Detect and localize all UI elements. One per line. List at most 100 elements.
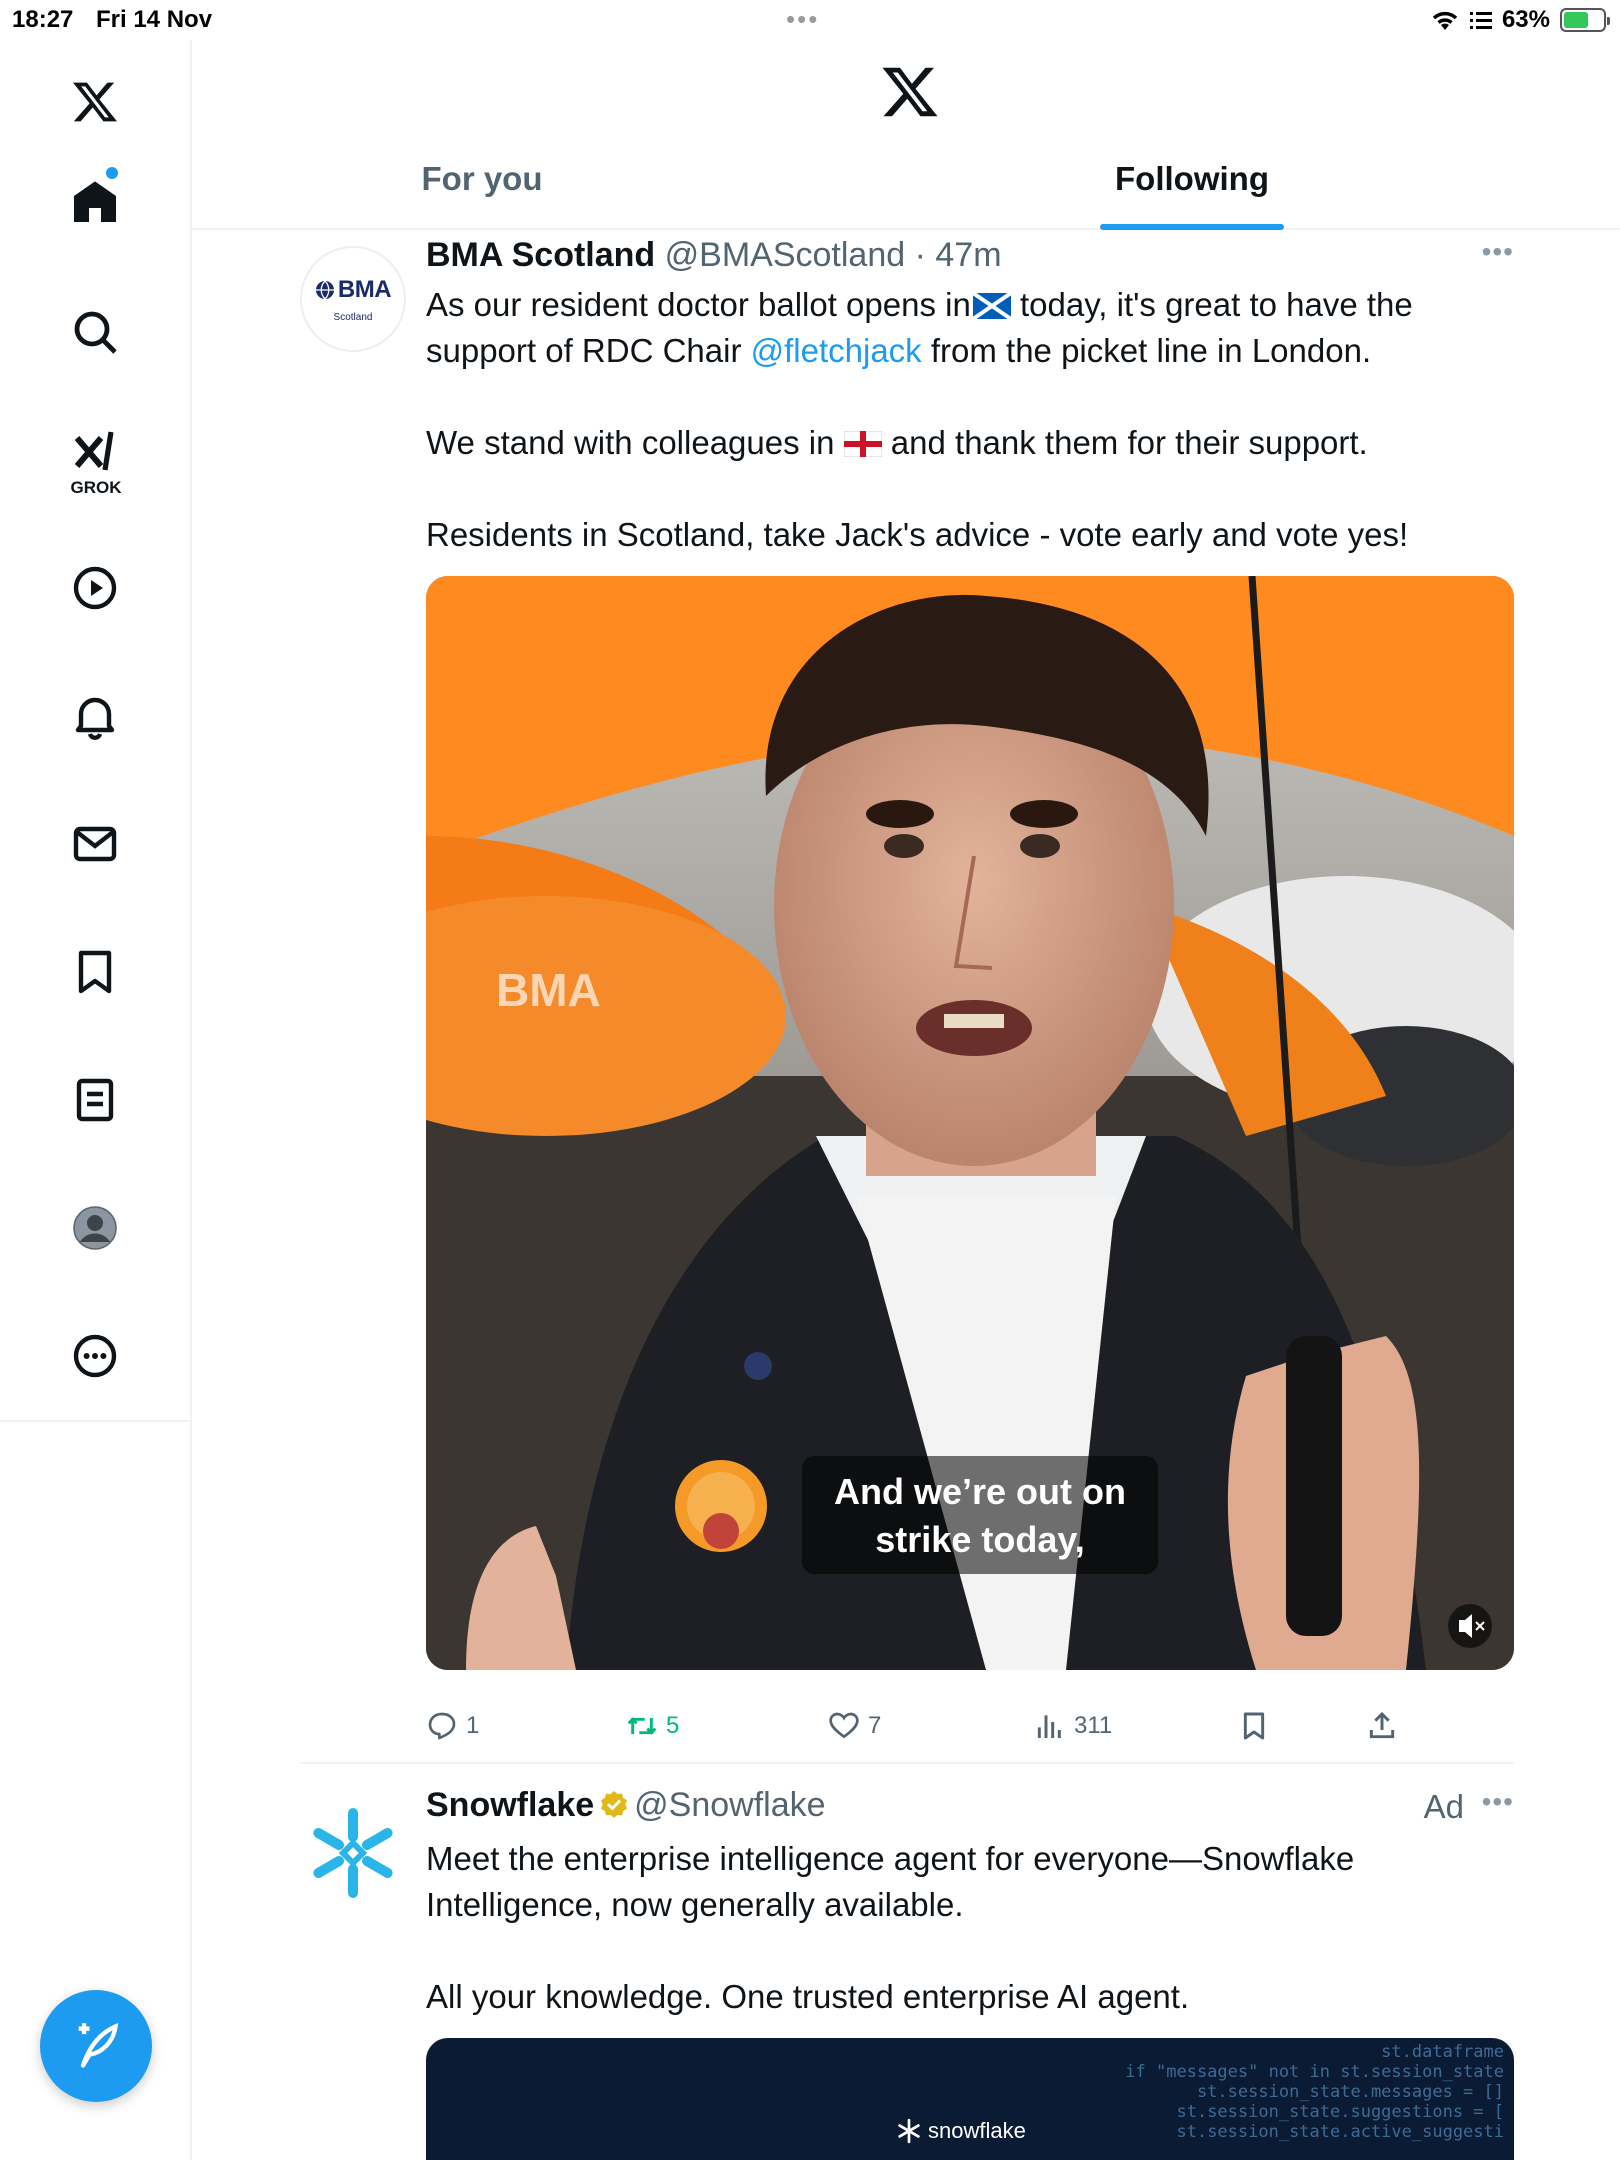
- battery-icon: [1560, 8, 1610, 32]
- video-caption-line2: strike today,: [875, 1519, 1084, 1560]
- england-flag-icon: [843, 430, 883, 458]
- ad-media[interactable]: st.dataframe if "messages" not in st.ses…: [426, 2038, 1514, 2160]
- post-text: As our resident doctor ballot opens in t…: [426, 282, 1516, 558]
- sidebar-nav: GROK: [0, 40, 192, 1422]
- post-divider: [300, 1762, 1514, 1764]
- messages-icon: [73, 826, 117, 862]
- notifications-icon: [75, 697, 115, 740]
- mute-icon[interactable]: [1448, 1604, 1492, 1648]
- post-text-line: All your knowledge. One trusted enterpri…: [426, 1978, 1190, 2015]
- snowflake-logo-icon: [313, 1808, 393, 1898]
- post-time[interactable]: 47m: [935, 236, 1001, 274]
- verified-gold-badge-icon: [601, 1791, 628, 1818]
- reply-button[interactable]: 1: [426, 1710, 479, 1742]
- timeline-header: For you Following: [192, 40, 1620, 230]
- post-text-line: As our resident doctor ballot opens in: [426, 286, 971, 323]
- code-line: st.dataframe: [1381, 2042, 1504, 2062]
- avatar[interactable]: [300, 1800, 406, 1906]
- status-date: Fri 14 Nov: [96, 6, 213, 33]
- status-time: 18:27: [12, 6, 74, 33]
- post-text-line: Meet the enterprise intelligence agent f…: [426, 1840, 1355, 1877]
- sidebar-item-more[interactable]: [55, 1316, 135, 1396]
- battery-percent: 63%: [1501, 6, 1550, 33]
- sidebar-item-bookmarks[interactable]: [55, 932, 135, 1012]
- sidebar-item-messages[interactable]: [55, 804, 135, 884]
- sidebar-x-logo[interactable]: [55, 62, 135, 142]
- reply-count: 1: [466, 1712, 480, 1739]
- home-notification-dot: [106, 167, 118, 179]
- share-button[interactable]: [1366, 1710, 1398, 1742]
- post-text-line: support of RDC Chair: [426, 332, 751, 369]
- code-line: st.session_state.messages = []: [1196, 2082, 1504, 2102]
- author-handle[interactable]: @BMAScotland: [665, 236, 906, 274]
- post-text-line: from the picket line in London.: [921, 332, 1372, 369]
- post-snowflake-ad[interactable]: Snowflake @Snowflake Ad ••• Meet the ente…: [300, 1786, 1514, 2160]
- ad-brand: snowflake: [896, 2118, 1026, 2144]
- views-button[interactable]: 311: [1034, 1710, 1112, 1742]
- author-handle[interactable]: @Snowflake: [634, 1786, 825, 1824]
- compose-post-icon: [78, 2022, 119, 2068]
- sidebar-divider: [190, 1420, 192, 2160]
- list-status-icon: [1469, 12, 1492, 29]
- search-icon: [74, 311, 117, 354]
- bookmarks-icon: [78, 950, 112, 994]
- sidebar-item-notifications[interactable]: [55, 676, 135, 756]
- reply-icon: [428, 1712, 456, 1740]
- sidebar-item-search[interactable]: [55, 292, 135, 372]
- repost-count: 5: [666, 1712, 680, 1739]
- post-text: Meet the enterprise intelligence agent f…: [426, 1836, 1514, 2020]
- tab-following-label: Following: [1115, 160, 1269, 197]
- post-header: Snowflake @Snowflake: [426, 1786, 826, 1825]
- post-bma-scotland[interactable]: BMA Scotland BMA Scotland @BMAScotland ·…: [300, 236, 1514, 1756]
- grok-icon: [74, 431, 114, 471]
- sidebar-item-profile[interactable]: [55, 1188, 135, 1268]
- video-icon: [73, 566, 117, 610]
- multitasking-dots-icon[interactable]: •••: [786, 4, 819, 35]
- more-icon: [73, 1334, 117, 1378]
- ad-label: Ad: [1423, 1788, 1464, 1825]
- sidebar-item-home[interactable]: [55, 162, 135, 242]
- code-line: st.session_state.suggestions = [: [1176, 2102, 1504, 2122]
- tab-for-you-label: For you: [421, 160, 543, 197]
- active-tab-indicator: [1100, 224, 1284, 230]
- like-button[interactable]: 7: [828, 1710, 881, 1742]
- author-name[interactable]: Snowflake: [426, 1786, 594, 1824]
- more-options-icon[interactable]: •••: [1482, 1786, 1514, 1818]
- compose-post-button[interactable]: [40, 1990, 152, 2102]
- more-options-icon[interactable]: •••: [1482, 236, 1514, 268]
- avatar[interactable]: BMA Scotland: [300, 246, 406, 352]
- heart-icon: [829, 1712, 859, 1739]
- views-count: 311: [1074, 1712, 1113, 1739]
- share-icon: [1369, 1711, 1395, 1739]
- repost-button[interactable]: 5: [626, 1710, 679, 1742]
- grok-label: GROK: [70, 478, 122, 497]
- scotland-flag-icon: [971, 291, 1012, 321]
- video-caption-line1: And we’re out on: [834, 1471, 1126, 1512]
- profile-icon: [73, 1206, 117, 1250]
- post-actions: 1 5 7 311: [426, 1710, 1514, 1760]
- author-name[interactable]: BMA Scotland: [426, 236, 655, 274]
- repost-icon: [627, 1717, 657, 1735]
- post-text-line: and thank them for their support.: [881, 424, 1368, 461]
- mention-link[interactable]: @fletchjack: [751, 332, 922, 369]
- lists-icon: [76, 1078, 114, 1122]
- code-line: if "messages" not in st.session_state: [1125, 2062, 1504, 2082]
- post-text-line: Intelligence, now generally available.: [426, 1886, 964, 1923]
- post-text-line: We stand with colleagues in: [426, 424, 844, 461]
- sidebar-item-video[interactable]: [55, 548, 135, 628]
- tab-following[interactable]: Following: [1062, 160, 1322, 230]
- dot-separator: ·: [905, 236, 936, 274]
- x-logo-icon: [73, 82, 117, 122]
- home-icon: [74, 181, 116, 222]
- sidebar-item-lists[interactable]: [55, 1060, 135, 1140]
- post-video[interactable]: BMA And we’re out on strike today,: [426, 576, 1514, 1670]
- avatar-subtitle: Scotland: [333, 311, 373, 323]
- status-bar: 18:27 Fri 14 Nov ••• 63%: [0, 0, 1620, 40]
- tab-for-you[interactable]: For you: [342, 160, 622, 230]
- like-count: 7: [868, 1712, 882, 1739]
- bookmark-icon: [1243, 1712, 1265, 1740]
- snowflake-small-icon: [898, 2118, 920, 2144]
- umbrella-logo: BMA: [496, 964, 601, 1016]
- x-logo-icon: [882, 67, 938, 117]
- bookmark-button[interactable]: [1238, 1710, 1270, 1742]
